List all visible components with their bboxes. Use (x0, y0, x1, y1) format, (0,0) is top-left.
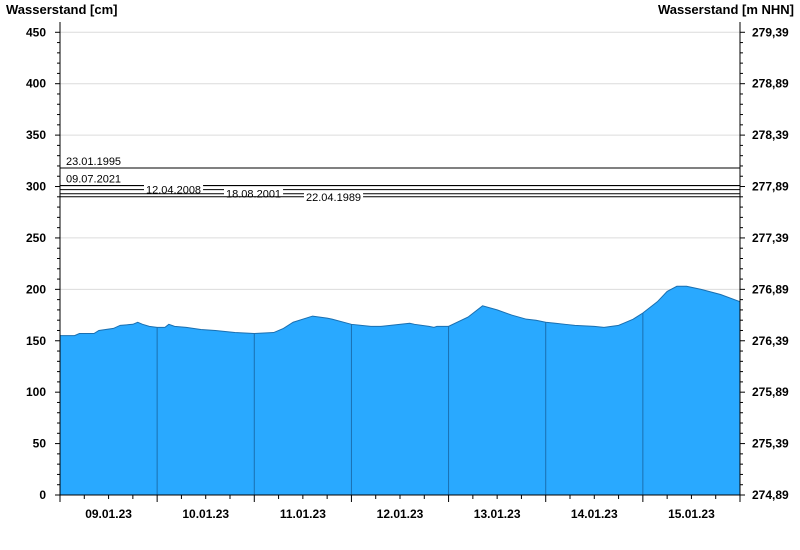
y-tick-label-left: 400 (26, 77, 46, 91)
x-tick-label: 09.01.23 (85, 507, 132, 521)
y-tick-label-left: 0 (39, 488, 46, 502)
y-tick-label-right: 275,39 (752, 437, 789, 451)
y-tick-label-right: 278,89 (752, 77, 789, 91)
y-tick-label-left: 100 (26, 385, 46, 399)
y-axis-right-title: Wasserstand [m NHN] (658, 2, 794, 17)
y-tick-label-left: 250 (26, 231, 46, 245)
y-tick-label-left: 300 (26, 180, 46, 194)
y-tick-label-right: 278,39 (752, 128, 789, 142)
y-tick-label-right: 277,89 (752, 180, 789, 194)
y-tick-label-right: 279,39 (752, 25, 789, 39)
x-tick-label: 14.01.23 (571, 507, 618, 521)
y-tick-label-right: 276,39 (752, 334, 789, 348)
y-tick-label-left: 450 (26, 25, 46, 39)
historic-level-label: 12.04.2008 (146, 185, 201, 197)
y-tick-label-right: 277,39 (752, 231, 789, 245)
y-tick-label-left: 200 (26, 282, 46, 296)
x-tick-label: 15.01.23 (668, 507, 715, 521)
y-tick-label-right: 276,89 (752, 282, 789, 296)
historic-level-label: 22.04.1989 (306, 192, 361, 204)
x-tick-label: 13.01.23 (474, 507, 521, 521)
y-tick-label-right: 275,89 (752, 385, 789, 399)
area-series (60, 285, 741, 495)
area-fill (60, 286, 740, 495)
x-tick-label: 10.01.23 (182, 507, 229, 521)
x-tick-label: 12.01.23 (377, 507, 424, 521)
y-axis-left-title: Wasserstand [cm] (6, 2, 118, 17)
historic-level-label: 18.08.2001 (226, 189, 281, 201)
y-tick-label-left: 50 (33, 437, 47, 451)
water-level-chart: 23.01.1995 09.07.2021 12.04.2008 18.08.2001… (6, 2, 794, 521)
historic-levels: 23.01.1995 09.07.2021 12.04.2008 18.08.2001… (60, 156, 740, 204)
historic-level-label: 23.01.1995 (66, 156, 121, 168)
x-tick-label: 11.01.23 (280, 507, 326, 521)
y-tick-label-left: 150 (26, 334, 46, 348)
y-tick-label-right: 274,89 (752, 488, 789, 502)
historic-level-label: 09.07.2021 (66, 173, 121, 185)
y-tick-label-left: 350 (26, 128, 46, 142)
